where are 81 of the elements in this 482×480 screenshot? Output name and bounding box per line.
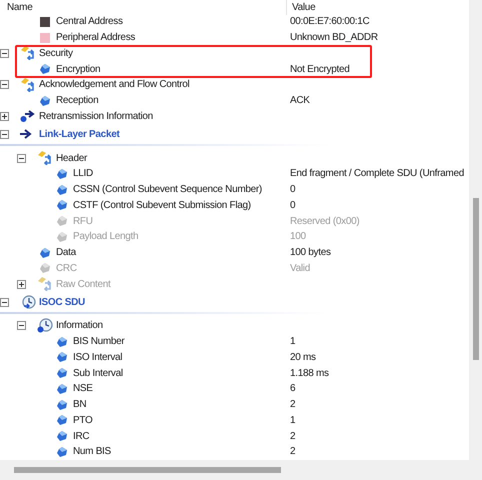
tag-arrows-icon: [37, 277, 53, 292]
node-value: 20 ms: [290, 350, 316, 365]
vertical-scrollbar[interactable]: [469, 0, 482, 460]
node-label[interactable]: Data: [56, 245, 76, 260]
node-value: 0: [290, 183, 296, 198]
node-value: Not Encrypted: [290, 62, 350, 77]
node-label[interactable]: ISO Interval: [73, 350, 122, 365]
gem-icon: [57, 336, 67, 347]
node-value: 1: [290, 335, 296, 350]
node-label[interactable]: Central Address: [56, 14, 123, 30]
node-value: 00:0E:E7:60:00:1C: [290, 15, 370, 30]
node-value: 1: [290, 414, 296, 428]
node-label[interactable]: PTO: [73, 412, 92, 428]
column-header[interactable]: Value: [286, 0, 316, 14]
node-value: Unknown BD_ADDR: [290, 31, 378, 46]
right-arrow-icon: [20, 129, 32, 140]
node-label[interactable]: Reception: [56, 93, 98, 108]
clock-icon: [37, 318, 53, 334]
gem-icon: [57, 168, 67, 179]
gem-icon: [57, 431, 67, 442]
gem-icon: [40, 64, 50, 74]
node-label[interactable]: NSE: [73, 381, 93, 396]
node-value: 100 bytes: [290, 246, 331, 260]
gem-icon: [40, 263, 50, 274]
node-value: ACK: [290, 94, 310, 108]
scrollbar-thumb[interactable]: [472, 198, 478, 360]
gem-icon: [57, 200, 67, 210]
gem-icon: [57, 216, 67, 226]
gem-icon: [57, 415, 67, 426]
scrollbar-thumb[interactable]: [14, 467, 281, 473]
node-value: End fragment / Complete SDU (Unframed: [290, 167, 464, 182]
collapse-button[interactable]: [0, 130, 9, 139]
node-label[interactable]: IRC: [73, 428, 90, 444]
gem-icon: [57, 232, 67, 242]
node-label[interactable]: LLID: [73, 166, 93, 182]
tag-arrows-icon: [20, 46, 36, 60]
node-value: 100: [290, 230, 306, 244]
node-value: 1.188 ms: [290, 366, 329, 381]
node-value: Reserved (0x00): [290, 214, 360, 229]
arrow-badge-icon: [20, 109, 36, 124]
collapse-button[interactable]: [17, 154, 26, 163]
gem-icon: [40, 248, 50, 258]
node-label[interactable]: CSSN (Control Subevent Sequence Number): [73, 182, 262, 198]
section-title[interactable]: ISOC SDU: [39, 294, 85, 310]
gem-icon: [57, 352, 67, 362]
gem-icon: [57, 184, 67, 195]
clock-icon: [20, 294, 36, 310]
node-label[interactable]: Security: [39, 46, 73, 61]
collapse-button[interactable]: [17, 321, 26, 330]
node-value: 2: [290, 430, 296, 444]
gem-icon: [57, 446, 67, 457]
node-value: 0: [290, 198, 296, 213]
gem-icon: [57, 368, 67, 378]
node-value: Valid: [290, 262, 310, 276]
gem-icon: [40, 96, 50, 106]
node-label[interactable]: BIS Number: [73, 334, 124, 350]
expand-button[interactable]: [0, 112, 9, 121]
node-label[interactable]: Retransmission Information: [39, 108, 153, 124]
node-label[interactable]: Num BIS: [73, 444, 111, 460]
gem-icon: [57, 384, 67, 394]
node-label[interactable]: Peripheral Address: [56, 30, 136, 46]
node-label[interactable]: CSTF (Control Subevent Submission Flag): [73, 198, 251, 213]
node-label[interactable]: BN: [73, 397, 86, 412]
collapse-button[interactable]: [0, 298, 9, 306]
tag-arrows-icon: [20, 78, 36, 92]
collapse-button[interactable]: [0, 48, 9, 58]
horizontal-scrollbar[interactable]: [0, 460, 482, 480]
node-value: 6: [290, 382, 296, 396]
node-value: 2: [290, 445, 296, 460]
node-label[interactable]: Acknowledgement and Flow Control: [39, 77, 190, 92]
node-label[interactable]: Information: [56, 318, 103, 334]
tag-arrows-icon: [37, 151, 53, 166]
node-label[interactable]: Sub Interval: [73, 366, 123, 381]
column-header[interactable]: Name: [0, 0, 286, 14]
collapse-button[interactable]: [0, 80, 9, 90]
section-title[interactable]: Link-Layer Packet: [39, 126, 120, 142]
node-label[interactable]: Header: [56, 150, 87, 166]
node-label[interactable]: Encryption: [56, 62, 100, 77]
node-value: 2: [290, 398, 296, 412]
expand-button[interactable]: [17, 280, 26, 289]
gem-icon: [57, 400, 67, 410]
